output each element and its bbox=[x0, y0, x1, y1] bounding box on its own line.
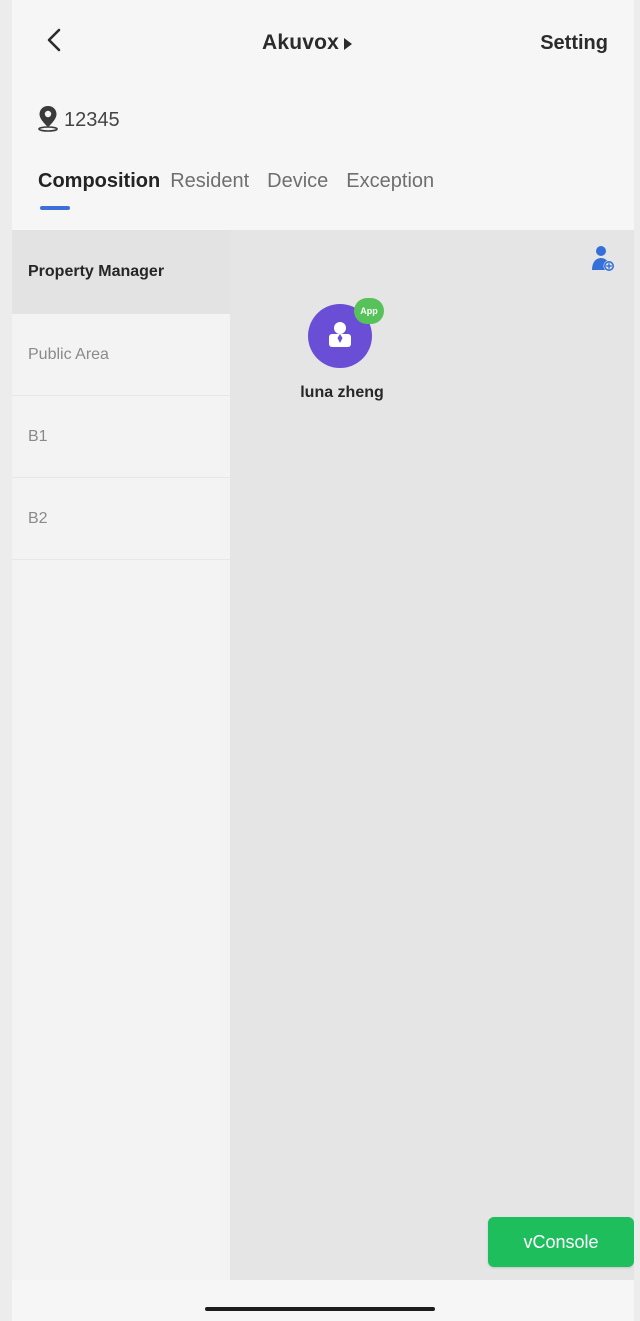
tab-label: Exception bbox=[346, 170, 435, 192]
tab-label: Composition bbox=[38, 170, 161, 192]
tab-exception[interactable]: Exception bbox=[346, 164, 434, 204]
sidebar-item-public-area[interactable]: Public Area bbox=[12, 314, 230, 396]
member-card[interactable]: App luna zheng bbox=[282, 298, 402, 410]
sidebar-item-b1[interactable]: B1 bbox=[12, 396, 230, 478]
chevron-left-icon bbox=[44, 26, 64, 59]
top-header: Akuvox Setting 12345 Composition Residen… bbox=[12, 0, 634, 230]
add-user-icon bbox=[590, 246, 616, 278]
vconsole-button[interactable]: vConsole bbox=[488, 1217, 634, 1267]
app-badge: App bbox=[354, 298, 384, 324]
sidebar-item-label: B2 bbox=[28, 509, 48, 527]
bottom-bar bbox=[12, 1280, 634, 1321]
sidebar-item-label: Public Area bbox=[28, 345, 109, 363]
tab-bar: Composition Resident Device Exception bbox=[38, 164, 452, 210]
sidebar-item-property-manager[interactable]: Property Manager bbox=[12, 230, 230, 314]
member-name: luna zheng bbox=[300, 384, 384, 401]
sidebar-item-b2[interactable]: B2 bbox=[12, 478, 230, 560]
tab-label: Resident bbox=[170, 170, 250, 192]
location-pin-icon bbox=[36, 104, 60, 137]
tab-composition[interactable]: Composition bbox=[38, 164, 161, 210]
community-selector[interactable]: Akuvox bbox=[262, 26, 353, 60]
tab-resident[interactable]: Resident bbox=[170, 164, 249, 204]
active-tab-indicator bbox=[40, 206, 70, 210]
page-title: Akuvox bbox=[262, 31, 340, 54]
tab-label: Device bbox=[267, 170, 329, 192]
location-code: 12345 bbox=[64, 108, 120, 131]
person-icon bbox=[325, 319, 355, 354]
home-indicator[interactable] bbox=[205, 1307, 435, 1311]
caret-right-icon bbox=[344, 37, 353, 50]
setting-button[interactable]: Setting bbox=[540, 26, 608, 60]
app-screen: Akuvox Setting 12345 Composition Residen… bbox=[12, 0, 634, 1321]
sidebar-item-label: B1 bbox=[28, 427, 48, 445]
location-row: 12345 bbox=[36, 104, 120, 136]
sidebar: Property Manager Public Area B1 B2 bbox=[12, 230, 230, 1280]
sidebar-item-label: Property Manager bbox=[28, 263, 165, 280]
add-user-button[interactable] bbox=[590, 244, 616, 274]
tab-device[interactable]: Device bbox=[267, 164, 328, 204]
back-button[interactable] bbox=[36, 22, 72, 62]
members-panel: App luna zheng bbox=[230, 230, 634, 1280]
